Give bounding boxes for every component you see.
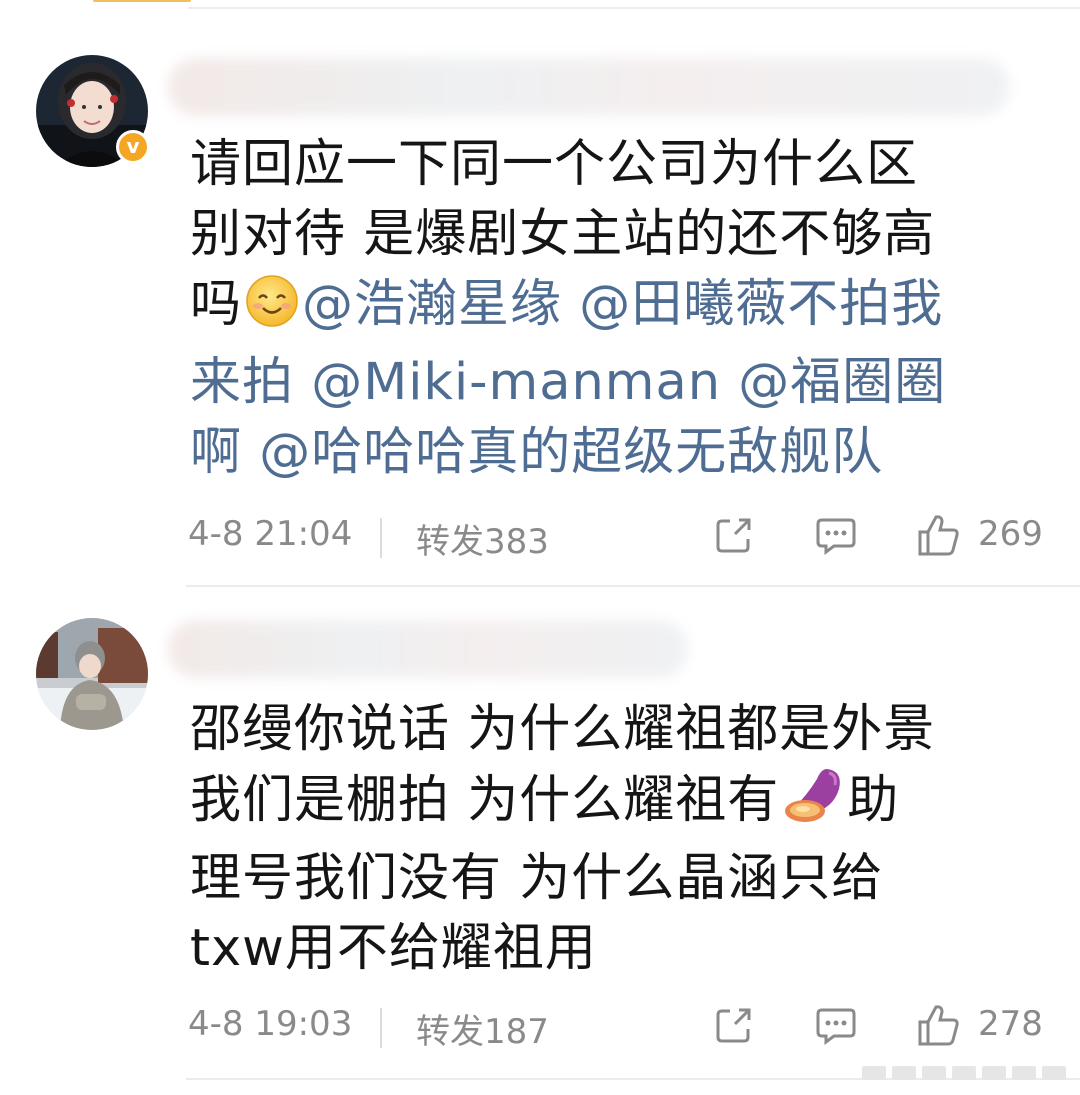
avatar[interactable] (36, 618, 148, 730)
repost-count[interactable]: 转发187 (416, 1004, 549, 1053)
top-divider (188, 7, 1080, 9)
comment-text: 请回应一下同一个公司为什么区 别对待 是爆剧女主站的还不够高 吗 @浩瀚星缘 @… (190, 130, 1060, 488)
username-blurred[interactable] (168, 620, 688, 678)
comment-meta: 4-8 19:03 转发187 278 (188, 1004, 1048, 1052)
sweet-potato-icon (781, 765, 845, 844)
text-line: txw用不给耀祖用 (190, 919, 597, 978)
username-blurred[interactable] (168, 58, 1010, 116)
text-line: 吗 @浩瀚星缘 @田曦薇不拍我 (190, 270, 1060, 348)
repost-count[interactable]: 转发383 (416, 514, 549, 563)
share-icon[interactable] (713, 514, 755, 565)
watermark-placeholder (862, 1066, 1066, 1080)
like-count: 278 (978, 1004, 1043, 1044)
comment-divider (186, 585, 1080, 587)
text-line: 理号我们没有 为什么晶涵只给 (190, 849, 884, 908)
like-icon[interactable] (916, 512, 962, 567)
text-line: 我们是棚拍 为什么耀祖有 助 (190, 765, 1060, 844)
comment-icon[interactable] (814, 1004, 858, 1055)
mention-link[interactable]: @浩瀚星缘 (302, 275, 562, 334)
meta-divider (380, 518, 382, 558)
top-tab-indicator (93, 0, 191, 2)
text-line: 来拍 @Miki-manman @福圈圈 (190, 348, 1060, 418)
mention-link[interactable]: 来拍 (190, 353, 294, 412)
comment-text: 邵缦你说话 为什么耀祖都是外景 我们是棚拍 为什么耀祖有 助 理号我们没有 为什… (190, 695, 1060, 984)
top-strip (0, 0, 1080, 10)
timestamp: 4-8 19:03 (188, 1004, 353, 1044)
text-line: 啊 @哈哈哈真的超级无敌舰队 (190, 418, 1060, 488)
share-icon[interactable] (713, 1004, 755, 1055)
timestamp: 4-8 21:04 (188, 514, 353, 554)
comment-icon[interactable] (814, 514, 858, 565)
mention-link[interactable]: @Miki-manman (311, 353, 721, 412)
meta-divider (380, 1008, 382, 1048)
mention-link[interactable]: @福圈圈 (738, 353, 946, 412)
mention-link[interactable]: @田曦薇不拍我 (579, 275, 943, 334)
smiling-face-icon (244, 273, 300, 348)
like-count: 269 (978, 514, 1043, 554)
verified-icon: v (116, 130, 150, 164)
comment-meta: 4-8 21:04 转发383 269 (188, 514, 1048, 562)
mention-link[interactable]: @哈哈哈真的超级无敌舰队 (259, 423, 883, 482)
text-fragment: 助 (847, 771, 900, 830)
text-line: 邵缦你说话 为什么耀祖都是外景 (190, 700, 936, 759)
text-fragment: 吗 (190, 275, 243, 334)
like-icon[interactable] (916, 1002, 962, 1057)
mention-link[interactable]: 啊 (190, 423, 242, 482)
text-line: 请回应一下同一个公司为什么区 (190, 135, 919, 194)
text-line: 别对待 是爆剧女主站的还不够高 (190, 205, 936, 264)
text-fragment: 我们是棚拍 为什么耀祖有 (190, 771, 780, 830)
